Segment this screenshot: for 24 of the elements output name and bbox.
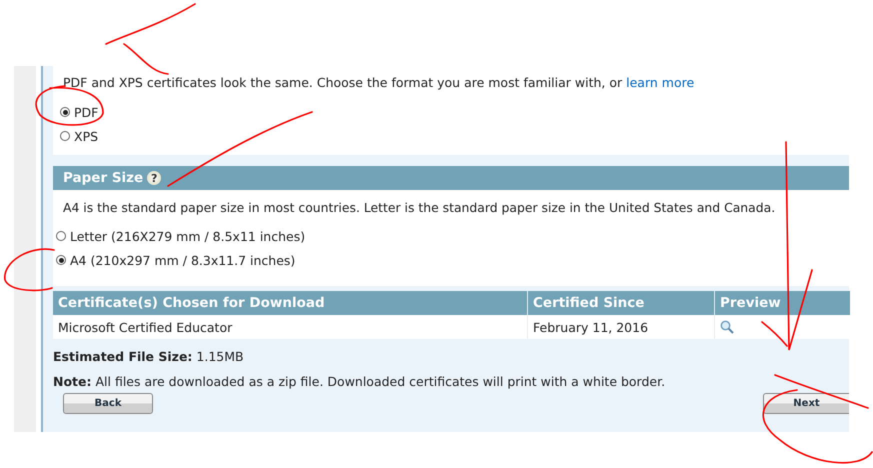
file-size-value: 1.15MB xyxy=(196,349,244,364)
table-cell: February 11, 2016 xyxy=(528,315,714,339)
column-header: Certified Since xyxy=(528,291,714,315)
column-header: Certificate(s) Chosen for Download xyxy=(53,291,528,315)
search-icon[interactable] xyxy=(720,320,734,334)
radio-label: Letter (216X279 mm / 8.5x11 inches) xyxy=(70,228,306,244)
radio-button[interactable] xyxy=(56,231,66,241)
paper-size-description: A4 is the standard paper size in most countries. Letter is the standard paper size in the United States and Canada. xyxy=(63,200,776,215)
file-size-label: Estimated File Size: xyxy=(53,349,192,364)
back-button[interactable]: Back xyxy=(63,393,153,414)
learn-more-link[interactable]: learn more xyxy=(626,75,694,90)
radio-button[interactable] xyxy=(60,107,70,117)
note-text: Note: All files are downloaded as a zip file. Downloaded certificates will print with a white border. xyxy=(53,374,666,389)
radio-button[interactable] xyxy=(56,255,66,265)
radio-label: A4 (210x297 mm / 8.3x11.7 inches) xyxy=(70,252,296,268)
table-cell: Microsoft Certified Educator xyxy=(53,315,528,339)
radio-label: XPS xyxy=(74,128,98,144)
help-icon[interactable]: ? xyxy=(147,171,162,185)
section-title: Paper Size xyxy=(63,170,144,186)
radio-label: PDF xyxy=(74,104,98,120)
format-intro-text: PDF and XPS certificates look the same. Choose the format you are most familiar with, or xyxy=(63,75,622,90)
next-button[interactable]: Next xyxy=(763,393,849,414)
column-header: Preview xyxy=(714,291,850,315)
radio-button[interactable] xyxy=(60,131,70,141)
